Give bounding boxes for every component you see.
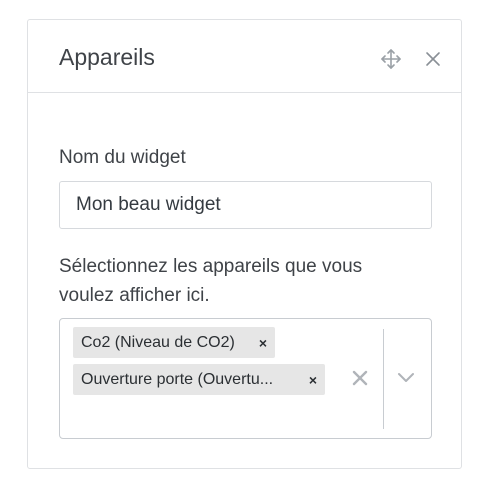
card-title: Appareils bbox=[59, 44, 155, 70]
widget-name-label: Nom du widget bbox=[59, 147, 186, 168]
chip-label: Ouverture porte (Ouvertu... bbox=[81, 370, 274, 388]
card-header: Appareils bbox=[28, 20, 461, 93]
chevron-down-icon[interactable] bbox=[397, 370, 415, 384]
devices-widget-card: Appareils Nom du widget Sélectionnez les… bbox=[27, 19, 462, 469]
chip-remove-icon[interactable]: × bbox=[259, 336, 267, 350]
chip-label: Co2 (Niveau de CO2) bbox=[81, 333, 235, 351]
widget-name-input[interactable] bbox=[59, 181, 432, 229]
close-icon[interactable] bbox=[424, 50, 442, 68]
indicator-separator bbox=[383, 329, 384, 429]
chip-remove-icon[interactable]: × bbox=[309, 373, 317, 387]
devices-multiselect[interactable]: Co2 (Niveau de CO2) × Ouverture porte (O… bbox=[59, 318, 432, 439]
devices-select-label: Sélectionnez les appareils que vous voul… bbox=[59, 256, 363, 306]
move-arrows-icon[interactable] bbox=[380, 48, 402, 70]
selected-device-chip: Ouverture porte (Ouvertu... × bbox=[73, 364, 325, 395]
clear-icon[interactable] bbox=[350, 368, 370, 388]
selected-device-chip: Co2 (Niveau de CO2) × bbox=[73, 327, 275, 358]
